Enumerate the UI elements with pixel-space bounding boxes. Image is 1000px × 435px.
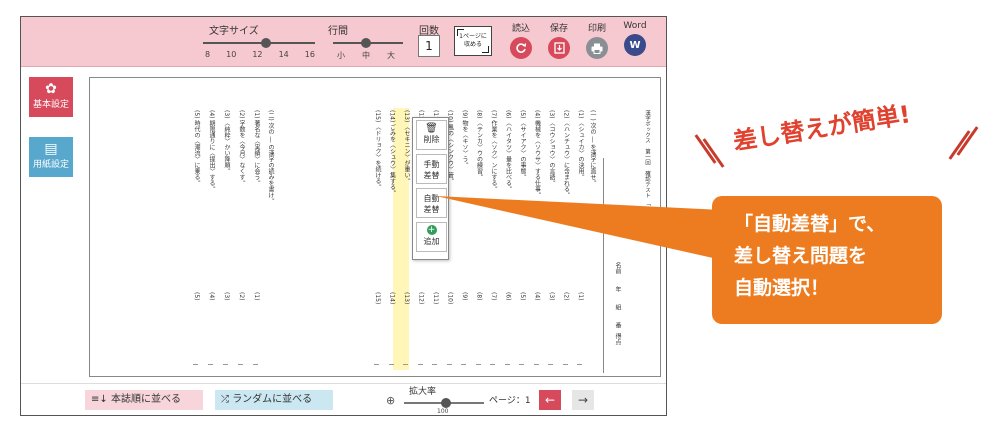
- screen: 文字サイズ 8 10 12 14 16 行間 小 中 大 回数 1 1ページに …: [0, 0, 1000, 435]
- callout-line-2: 差し替え問題を: [734, 245, 868, 267]
- callout-line-1: 「自動差替」で、: [734, 213, 886, 235]
- callout-box: 「自動差替」で、 差し替え問題を 自動選択！: [712, 196, 942, 324]
- callout-line-3: 自動選択！: [734, 277, 830, 299]
